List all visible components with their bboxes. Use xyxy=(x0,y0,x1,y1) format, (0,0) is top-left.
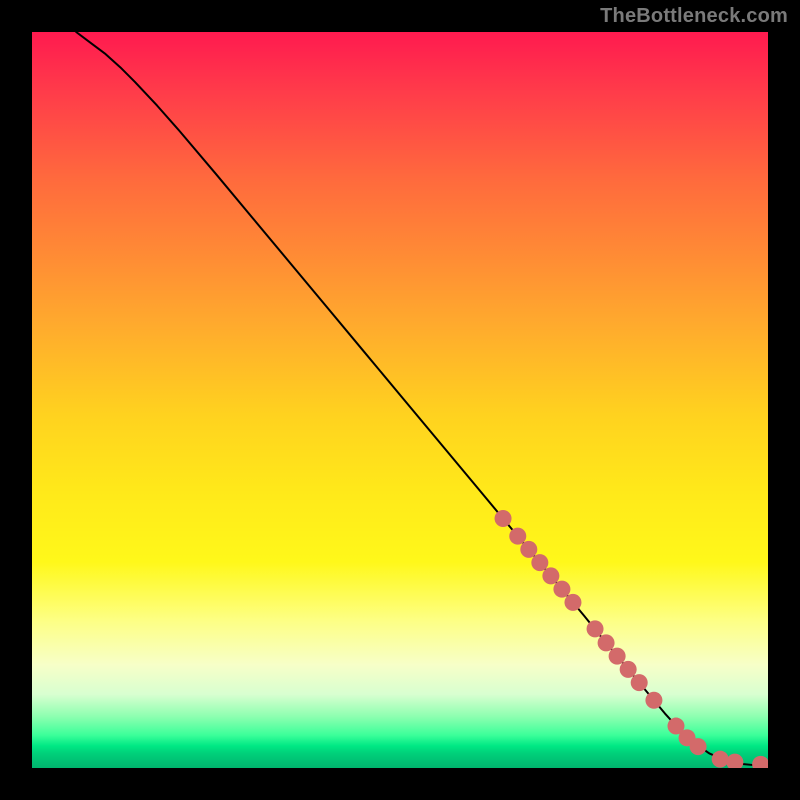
marker-dot xyxy=(542,567,559,584)
plot-area xyxy=(32,32,768,768)
marker-dot xyxy=(520,541,537,558)
marker-dot xyxy=(609,648,626,665)
marker-dot xyxy=(587,620,604,637)
marker-dot xyxy=(620,661,637,678)
marker-dot xyxy=(752,756,768,768)
marker-dot xyxy=(690,738,707,755)
marker-dot xyxy=(564,594,581,611)
attribution-watermark: TheBottleneck.com xyxy=(600,6,788,26)
marker-dots xyxy=(495,510,768,768)
marker-dot xyxy=(631,674,648,691)
chart-container: TheBottleneck.com xyxy=(0,0,800,800)
curve-path xyxy=(76,32,768,765)
marker-dot xyxy=(509,528,526,545)
marker-dot xyxy=(531,554,548,571)
chart-overlay xyxy=(32,32,768,768)
marker-dot xyxy=(598,634,615,651)
marker-dot xyxy=(712,751,729,768)
marker-dot xyxy=(553,581,570,598)
marker-dot xyxy=(645,692,662,709)
curve-line xyxy=(76,32,768,765)
marker-dot xyxy=(726,754,743,768)
marker-dot xyxy=(495,510,512,527)
